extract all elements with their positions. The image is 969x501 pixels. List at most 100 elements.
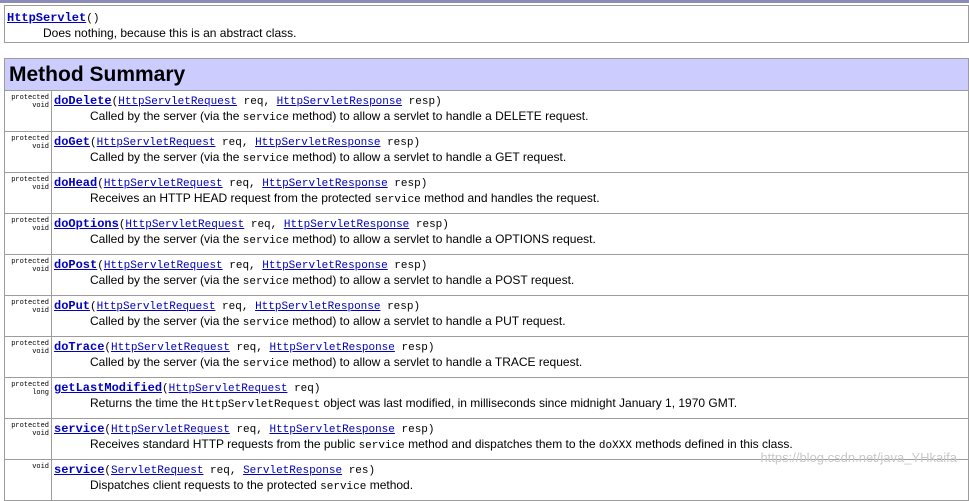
param1-type-link[interactable]: HttpServletRequest bbox=[169, 383, 288, 395]
modifier-access: protected bbox=[11, 422, 49, 430]
method-link[interactable]: doHead bbox=[54, 176, 97, 190]
desc-code: service bbox=[358, 440, 405, 452]
modifier-return: void bbox=[32, 430, 49, 438]
param2-type-link[interactable]: HttpServletResponse bbox=[284, 219, 409, 231]
watermark: https://blog.csdn.net/java_YHkaifa bbox=[760, 450, 957, 465]
modifier-cell: protected void bbox=[4, 254, 52, 296]
modifier-access: protected bbox=[11, 176, 49, 184]
param2-type-link[interactable]: HttpServletResponse bbox=[262, 178, 387, 190]
modifier-access: protected bbox=[11, 94, 49, 102]
modifier-cell: protected long bbox=[4, 377, 52, 419]
method-description: Called by the server (via the service me… bbox=[90, 232, 968, 248]
signature-cell: doDelete(HttpServletRequest req, HttpSer… bbox=[51, 90, 969, 132]
desc-text: method and handles the request. bbox=[420, 191, 600, 205]
modifier-cell: protected void bbox=[4, 295, 52, 337]
method-row: protected void doGet(HttpServletRequest re… bbox=[4, 131, 969, 173]
method-link[interactable]: service bbox=[54, 422, 104, 436]
modifier-access: protected bbox=[11, 381, 49, 389]
param1-name: req, bbox=[222, 178, 263, 190]
param2-name: res) bbox=[342, 465, 376, 477]
constructor-params: () bbox=[86, 13, 100, 25]
desc-text: Receives standard HTTP requests from the… bbox=[90, 437, 359, 451]
modifier-cell: protected void bbox=[4, 336, 52, 378]
desc-text: Called by the server (via the bbox=[90, 109, 243, 123]
desc-text: methods defined in this class. bbox=[631, 437, 793, 451]
desc-text: object was last modified, in millisecond… bbox=[320, 396, 738, 410]
param1-type-link[interactable]: HttpServletRequest bbox=[111, 424, 230, 436]
method-row: protected void doDelete(HttpServletRequest… bbox=[4, 90, 969, 132]
method-description: Dispatches client requests to the protec… bbox=[90, 478, 968, 494]
param2-name: resp) bbox=[409, 219, 449, 231]
method-rows: protected void doDelete(HttpServletRequest… bbox=[4, 90, 969, 501]
paren-open: ( bbox=[90, 137, 97, 149]
param1-type-link[interactable]: HttpServletRequest bbox=[97, 301, 216, 313]
modifier-cell: protected void bbox=[4, 172, 52, 214]
modifier-return: long bbox=[32, 389, 49, 397]
desc-text: method) to allow a servlet to handle a T… bbox=[288, 355, 583, 369]
param1-type-link[interactable]: HttpServletRequest bbox=[104, 178, 223, 190]
param2-name: resp) bbox=[402, 96, 442, 108]
method-summary-table: Method Summary protected void doDelete(Htt… bbox=[4, 58, 969, 501]
signature-cell: doGet(HttpServletRequest req, HttpServle… bbox=[51, 131, 969, 173]
method-link[interactable]: doPut bbox=[54, 299, 90, 313]
method-description: Called by the server (via the service me… bbox=[90, 109, 968, 125]
signature-cell: doOptions(HttpServletRequest req, HttpSe… bbox=[51, 213, 969, 255]
signature-cell: doTrace(HttpServletRequest req, HttpServ… bbox=[51, 336, 969, 378]
param1-name: req, bbox=[215, 137, 256, 149]
desc-text: Called by the server (via the bbox=[90, 355, 243, 369]
param1-type-link[interactable]: ServletRequest bbox=[111, 465, 203, 477]
param1-type-link[interactable]: HttpServletRequest bbox=[97, 137, 216, 149]
desc-text: method) to allow a servlet to handle a P… bbox=[288, 314, 566, 328]
modifier-access: protected bbox=[11, 217, 49, 225]
method-link[interactable]: getLastModified bbox=[54, 381, 162, 395]
signature-cell: service(ServletRequest req, ServletRespo… bbox=[51, 459, 969, 501]
method-link[interactable]: service bbox=[54, 463, 104, 477]
method-link[interactable]: doGet bbox=[54, 135, 90, 149]
desc-text: Returns the time the bbox=[90, 396, 202, 410]
method-row: protected void doTrace(HttpServletRequest … bbox=[4, 336, 969, 378]
desc-code: service bbox=[242, 153, 289, 165]
param1-type-link[interactable]: HttpServletRequest bbox=[118, 96, 237, 108]
desc-text: method) to allow a servlet to handle a G… bbox=[288, 150, 567, 164]
desc-code: service bbox=[320, 481, 367, 493]
modifier-return: void bbox=[32, 143, 49, 151]
param2-type-link[interactable]: HttpServletResponse bbox=[255, 137, 380, 149]
method-row: protected void doPut(HttpServletRequest re… bbox=[4, 295, 969, 337]
modifier-access: protected bbox=[11, 299, 49, 307]
modifier-access: protected bbox=[11, 258, 49, 266]
param2-type-link[interactable]: ServletResponse bbox=[243, 465, 342, 477]
param2-type-link[interactable]: HttpServletResponse bbox=[262, 260, 387, 272]
method-link[interactable]: doDelete bbox=[54, 94, 112, 108]
desc-code: doXXX bbox=[598, 440, 632, 452]
param2-type-link[interactable]: HttpServletResponse bbox=[277, 96, 402, 108]
param1-type-link[interactable]: HttpServletRequest bbox=[104, 260, 223, 272]
method-row: protected long getLastModified(HttpServlet… bbox=[4, 377, 969, 419]
method-link[interactable]: doPost bbox=[54, 258, 97, 272]
modifier-return: void bbox=[32, 184, 49, 192]
desc-text: method) to allow a servlet to handle a D… bbox=[288, 109, 589, 123]
method-summary-heading: Method Summary bbox=[4, 58, 969, 91]
param2-name: resp) bbox=[387, 260, 428, 272]
method-row: protected void doOptions(HttpServletReques… bbox=[4, 213, 969, 255]
signature-cell: getLastModified(HttpServletRequest req) R… bbox=[51, 377, 969, 419]
desc-code: service bbox=[242, 235, 289, 247]
desc-text: method. bbox=[366, 478, 414, 492]
desc-text: Called by the server (via the bbox=[90, 150, 243, 164]
param2-name: resp) bbox=[394, 424, 435, 436]
param1-type-link[interactable]: HttpServletRequest bbox=[125, 219, 244, 231]
desc-text: Dispatches client requests to the protec… bbox=[90, 478, 321, 492]
param2-type-link[interactable]: HttpServletResponse bbox=[269, 342, 394, 354]
modifier-cell: protected void bbox=[4, 213, 52, 255]
param2-name: resp) bbox=[380, 137, 421, 149]
param1-type-link[interactable]: HttpServletRequest bbox=[111, 342, 230, 354]
method-link[interactable]: doTrace bbox=[54, 340, 104, 354]
desc-code: service bbox=[242, 358, 289, 370]
param2-type-link[interactable]: HttpServletResponse bbox=[269, 424, 394, 436]
signature-cell: doHead(HttpServletRequest req, HttpServl… bbox=[51, 172, 969, 214]
constructor-link[interactable]: HttpServlet bbox=[7, 11, 86, 25]
param1-name: req) bbox=[287, 383, 321, 395]
param2-type-link[interactable]: HttpServletResponse bbox=[255, 301, 380, 313]
method-description: Returns the time the HttpServletRequest … bbox=[90, 396, 968, 412]
modifier-cell: void bbox=[4, 459, 52, 501]
method-link[interactable]: doOptions bbox=[54, 217, 119, 231]
